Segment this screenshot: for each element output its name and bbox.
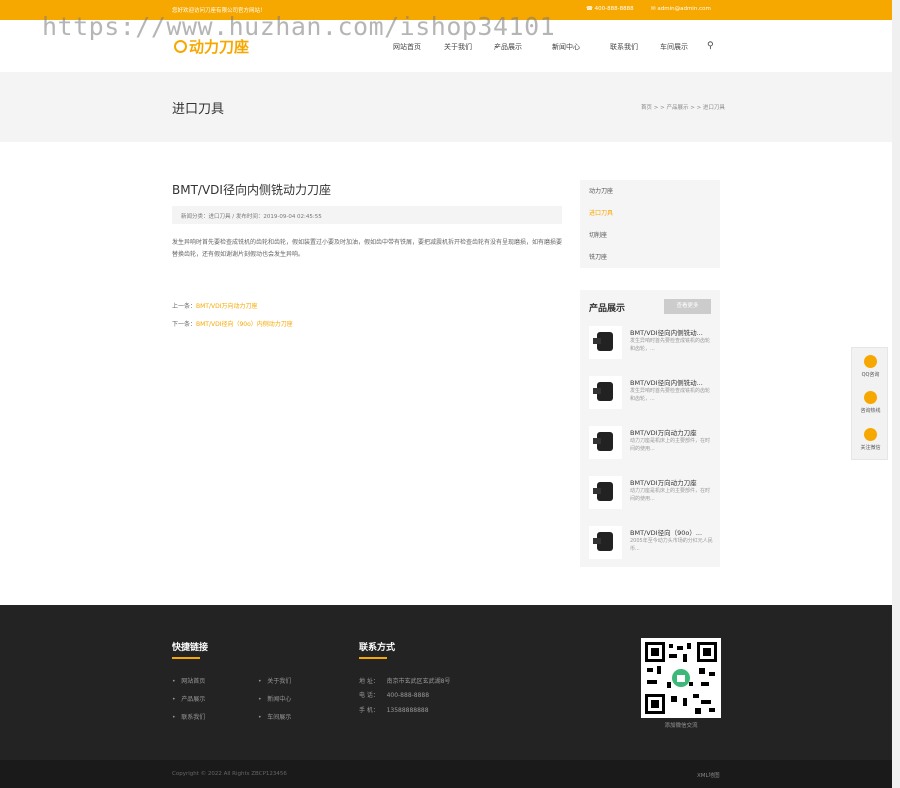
footer-link-label: 车间展示: [267, 714, 292, 721]
product-thumbnail: [589, 376, 622, 409]
contact-value: 13588888888: [386, 707, 429, 714]
copyright-text: Copyright © 2022 All Rights ZBCP123456: [172, 771, 287, 777]
prev-link[interactable]: BMT/VDI万向动力刀座: [196, 303, 257, 310]
product-thumbnail: [589, 326, 622, 359]
category-item[interactable]: 进口刀具: [589, 208, 613, 217]
product-desc: 动力刀座是机床上的主要部件，在时间的使用...: [630, 488, 711, 502]
logo-text: 动力刀座: [189, 38, 250, 56]
footer-link[interactable]: • 联系我们: [172, 712, 205, 721]
wechat-icon: [864, 428, 877, 441]
breadcrumb[interactable]: 首页 > > 产品展示 > > 进口刀具: [641, 103, 725, 111]
prev-article: 上一条：BMT/VDI万向动力刀座: [172, 301, 258, 310]
product-title[interactable]: BMT/VDI径向内侧铣动...: [630, 377, 703, 387]
page-banner: 进口刀具 首页 > > 产品展示 > > 进口刀具: [0, 72, 892, 142]
title-underline: [359, 657, 387, 659]
product-item[interactable]: BMT/VDI径向内侧铣动... 发生异响时首先要检查成铣机的齿轮和齿轮，...: [589, 376, 714, 416]
scrollbar[interactable]: [892, 0, 900, 788]
category-list: 动力刀座 进口刀具 切削座 铣刀座: [580, 180, 720, 268]
article-title: BMT/VDI径向内侧铣动力刀座: [172, 183, 331, 197]
footer-link[interactable]: • 产品展示: [172, 694, 205, 703]
qr-code-image: [645, 642, 717, 714]
email-text[interactable]: ✉ admin@admin.com: [651, 6, 711, 12]
product-showcase: 产品展示 查看更多 BMT/VDI径向内侧铣动... 发生异响时首先要检查成铣机…: [580, 290, 720, 567]
product-showcase-title: 产品展示: [589, 304, 626, 314]
contact-phone: 电 话： 400-888-8888: [359, 690, 429, 699]
contact-address: 地 址： 南京市玄武区玄武湖8号: [359, 676, 450, 685]
footer-link-label: 产品展示: [181, 696, 206, 703]
view-more-button[interactable]: 查看更多: [664, 299, 711, 314]
wechat-button[interactable]: 关注微信: [852, 428, 889, 451]
chevron-down-icon: ⌄: [494, 42, 500, 50]
phone-icon: [864, 391, 877, 404]
footer-link-label: 新闻中心: [267, 696, 292, 703]
email-address[interactable]: admin@admin.com: [657, 6, 710, 12]
product-title[interactable]: BMT/VDI径向内侧铣动...: [630, 327, 703, 337]
qr-code: [641, 638, 721, 718]
footer-link[interactable]: • 网站首页: [172, 676, 205, 685]
contact-label: 地 址：: [359, 678, 379, 685]
nav-about[interactable]: 关于我们: [444, 42, 472, 52]
footer-link-label: 联系我们: [181, 714, 206, 721]
title-underline: [172, 657, 200, 659]
contact-label: 手 机：: [359, 707, 379, 714]
product-desc: 发生异响时首先要检查成铣机的齿轮和齿轮，...: [630, 338, 711, 352]
welcome-text: 您好欢迎访问刀座有限公司官方网站！: [172, 8, 266, 14]
chevron-down-icon: ⌄: [552, 42, 558, 50]
qq-label: QQ咨询: [861, 372, 880, 378]
page-title: 进口刀具: [172, 102, 225, 117]
product-desc: 2005年至今动力头市场的分红元人民币...: [630, 538, 713, 552]
wechat-label: 关注微信: [860, 445, 881, 451]
footer-link-label: 网站首页: [181, 678, 206, 685]
search-icon[interactable]: ⚲: [707, 41, 714, 51]
product-thumbnail: [589, 526, 622, 559]
side-float-panel: QQ咨询 咨询热线 关注微信: [851, 347, 888, 460]
footer-link-label: 关于我们: [267, 678, 292, 685]
product-desc: 动力刀座是机床上的主要部件，在时间的使用...: [630, 438, 711, 452]
product-thumbnail: [589, 426, 622, 459]
top-bar: 您好欢迎访问刀座有限公司官方网站！ ☎ 400-888-8888 ✉ admin…: [0, 0, 892, 20]
footer-link[interactable]: • 关于我们: [258, 676, 291, 685]
article-body: 发生异响时首先要检查成铣机的齿轮和齿轮，假如装置过小要及时加油，假如齿中带有铁屑…: [172, 239, 563, 258]
phone-number: 400-888-8888: [594, 6, 634, 12]
footer: 快捷链接 • 网站首页 • 关于我们 • 产品展示 • 新闻中心 • 联系我们 …: [0, 605, 892, 760]
next-link[interactable]: BMT/VDI径向（90o）内侧动力刀座: [196, 321, 293, 328]
contact-title: 联系方式: [359, 643, 396, 653]
nav-workshop[interactable]: 车间展示: [660, 42, 688, 52]
qq-button[interactable]: QQ咨询: [852, 355, 889, 378]
prev-label: 上一条：: [172, 303, 197, 310]
hotline-label: 咨询热线: [860, 408, 881, 414]
product-item[interactable]: BMT/VDI万向动力刀座 动力刀座是机床上的主要部件，在时间的使用...: [589, 426, 714, 466]
article-meta: 新闻分类：进口刀具 / 发布时间：2019-09-04 02:45:55: [172, 206, 562, 224]
nav-contact[interactable]: 联系我们: [610, 42, 638, 52]
logo[interactable]: 动力刀座: [174, 36, 249, 57]
contact-mobile: 手 机： 13588888888: [359, 705, 429, 714]
contact-value: 南京市玄武区玄武湖8号: [386, 678, 451, 685]
product-title[interactable]: BMT/VDI万向动力刀座: [630, 477, 697, 487]
quick-links-title: 快捷链接: [172, 643, 209, 653]
nav-home[interactable]: 网站首页: [393, 42, 421, 52]
product-thumbnail: [589, 476, 622, 509]
sitemap-link[interactable]: XML地图: [697, 771, 720, 779]
contact-value: 400-888-8888: [386, 692, 430, 699]
qr-caption: 添加微信交流: [664, 723, 698, 729]
footer-link[interactable]: • 车间展示: [258, 712, 291, 721]
category-item[interactable]: 切削座: [589, 230, 607, 239]
product-title[interactable]: BMT/VDI径向（90o）...: [630, 527, 702, 537]
product-item[interactable]: BMT/VDI径向内侧铣动... 发生异响时首先要检查成铣机的齿轮和齿轮，...: [589, 326, 714, 366]
contact-label: 电 话：: [359, 692, 379, 699]
next-article: 下一条：BMT/VDI径向（90o）内侧动力刀座: [172, 319, 293, 328]
copyright-bar: Copyright © 2022 All Rights ZBCP123456 X…: [0, 760, 892, 788]
footer-link[interactable]: • 新闻中心: [258, 694, 291, 703]
product-title[interactable]: BMT/VDI万向动力刀座: [630, 427, 697, 437]
logo-icon: [174, 40, 187, 53]
category-item[interactable]: 铣刀座: [589, 252, 607, 261]
next-label: 下一条：: [172, 321, 197, 328]
hotline-button[interactable]: 咨询热线: [852, 391, 889, 414]
phone-text: ☎ 400-888-8888: [586, 6, 634, 12]
qq-icon: [864, 355, 877, 368]
category-item[interactable]: 动力刀座: [589, 186, 613, 195]
product-desc: 发生异响时首先要检查成铣机的齿轮和齿轮，...: [630, 388, 711, 402]
product-item[interactable]: BMT/VDI万向动力刀座 动力刀座是机床上的主要部件，在时间的使用...: [589, 476, 714, 516]
product-item[interactable]: BMT/VDI径向（90o）... 2005年至今动力头市场的分红元人民币...: [589, 526, 714, 566]
